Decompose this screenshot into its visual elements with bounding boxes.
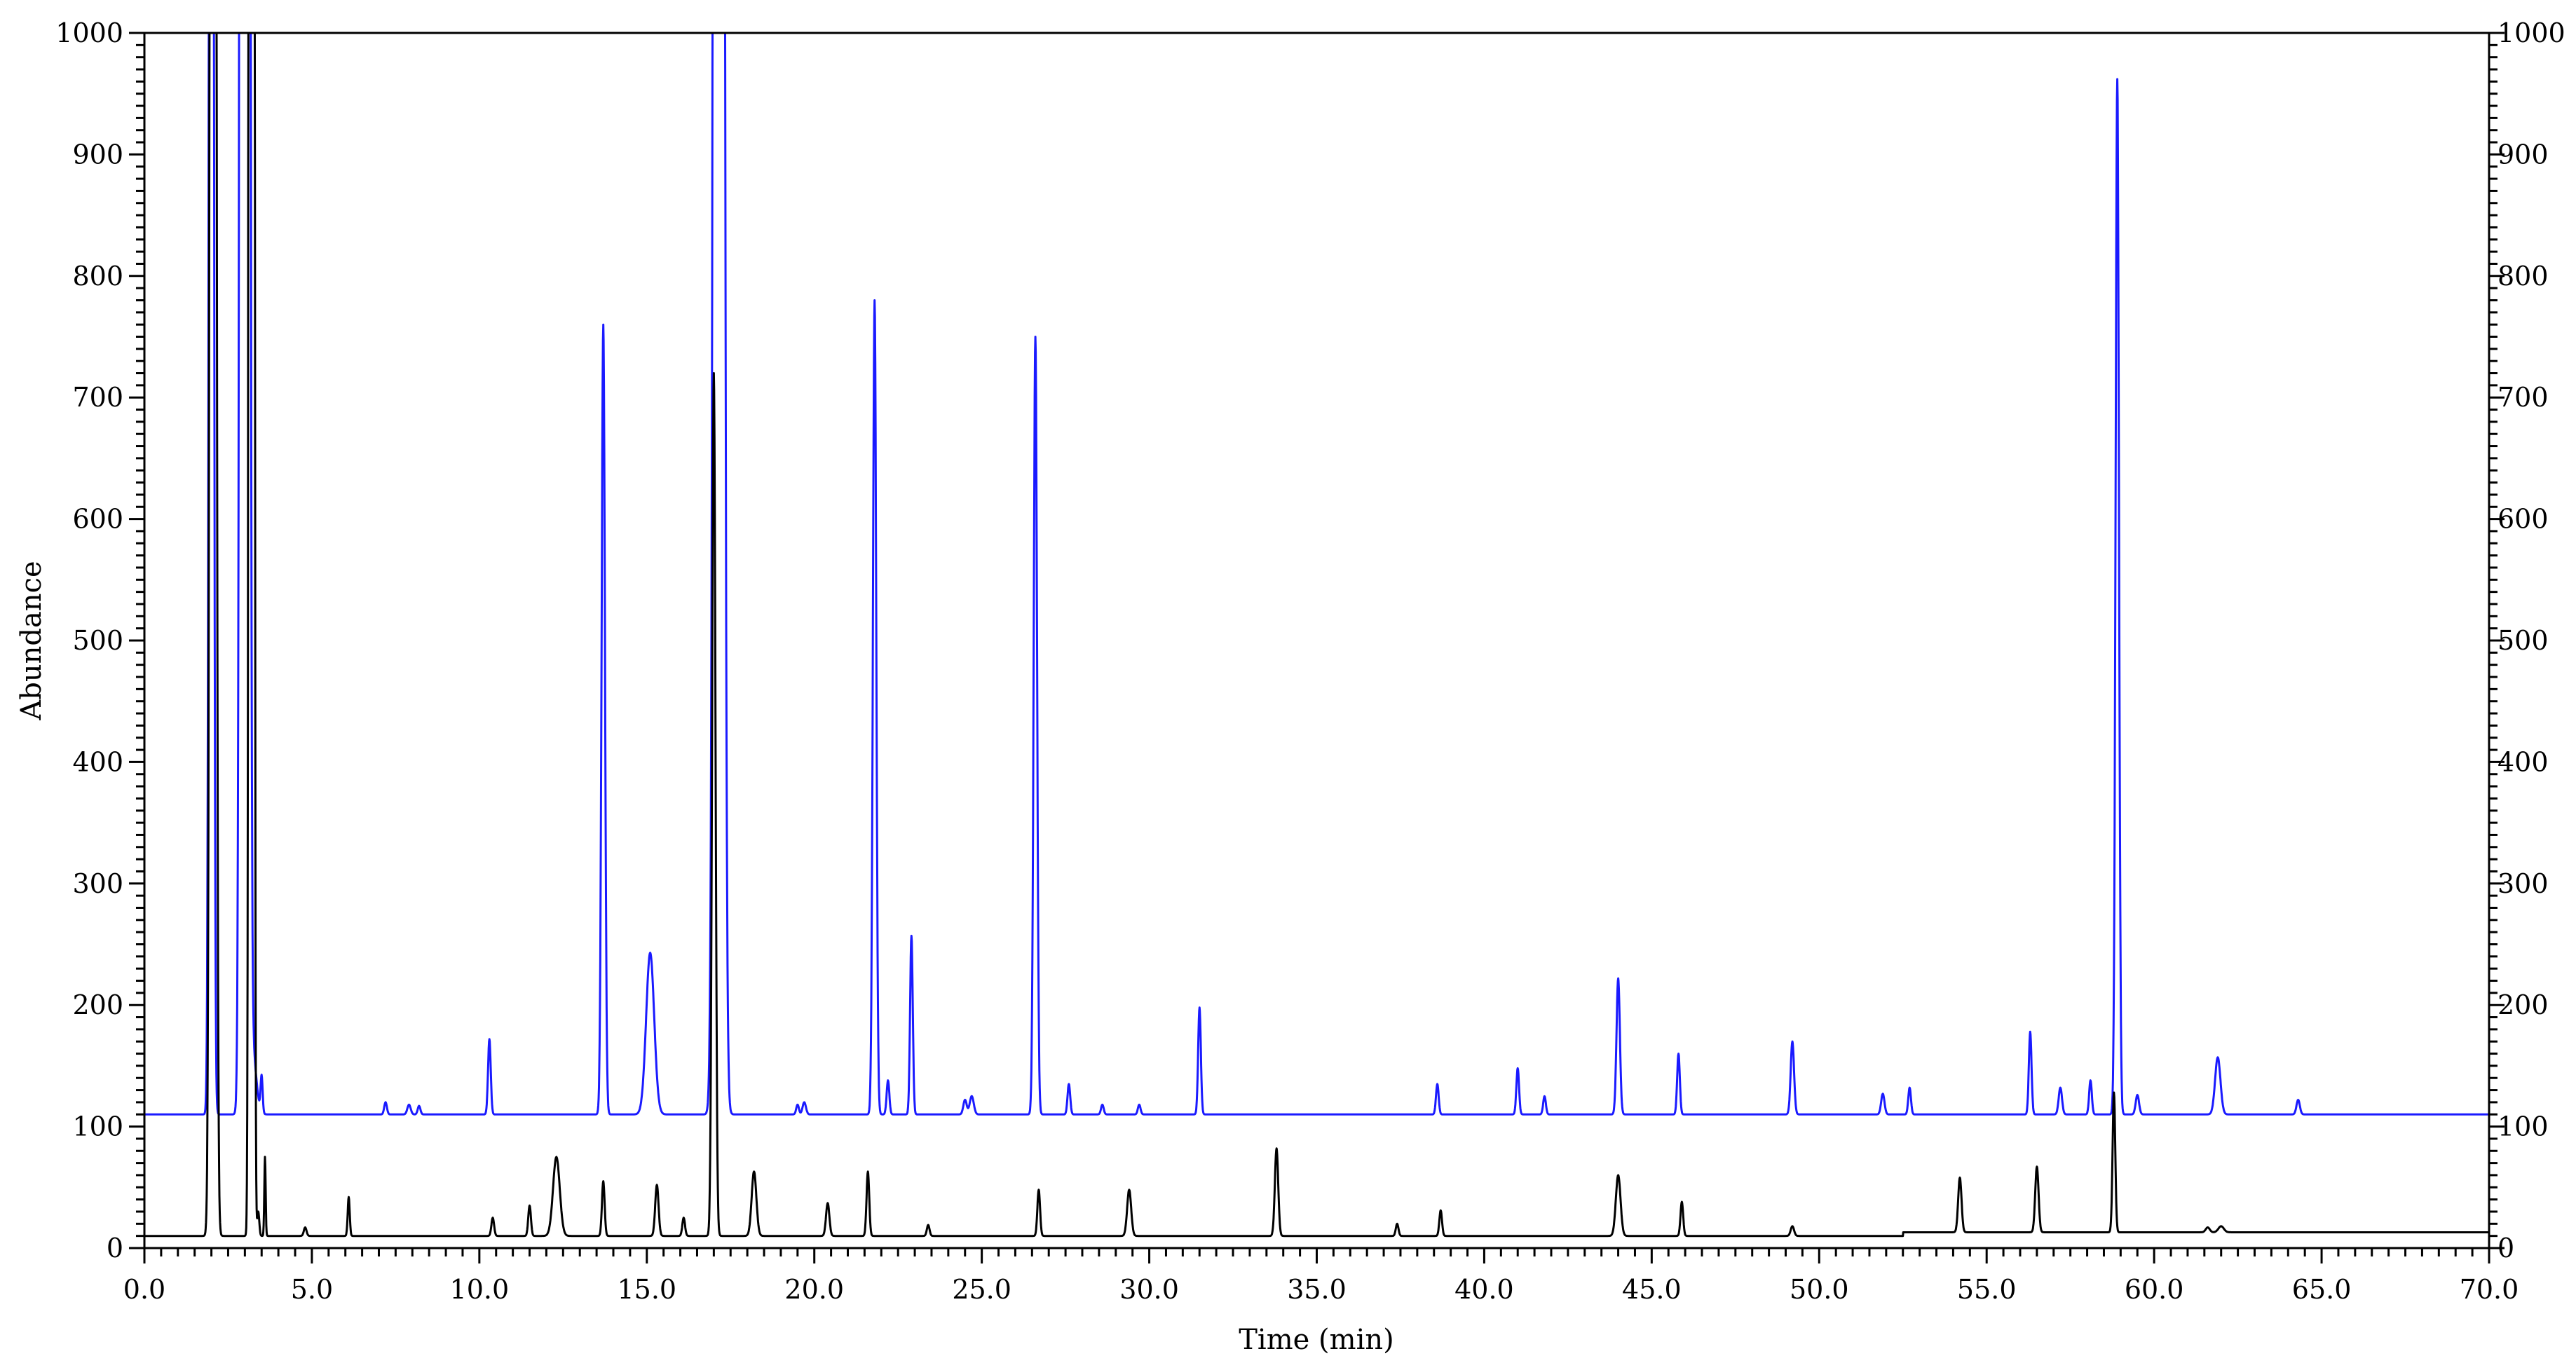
x-tick-label: 15.0 [617, 1274, 676, 1305]
series-layer [144, 33, 2489, 1238]
y-right-tick-label: 900 [2497, 139, 2549, 170]
x-tick-label: 55.0 [1957, 1274, 2017, 1305]
y-left-tick-label: 100 [72, 1111, 123, 1142]
chromatogram-chart: 0.0 5.0 10.0 15.0 20.0 25.0 30.0 35.0 40.0 45.0 50… [15, 18, 2565, 1356]
x-tick-label: 30.0 [1119, 1274, 1179, 1305]
x-tick-label: 50.0 [1790, 1274, 1849, 1305]
y-right-tick-label: 500 [2497, 625, 2549, 656]
y-right-tick-label: 100 [2497, 1111, 2549, 1142]
series-line-upper [144, 33, 2489, 1116]
plot-frame [143, 32, 2490, 1249]
x-axis-title: Time (min) [1239, 1324, 1393, 1356]
series-line-lower [144, 33, 2489, 1238]
y-right-tick-label: 0 [2497, 1233, 2514, 1263]
x-tick-label: 35.0 [1287, 1274, 1347, 1305]
axes-layer: 0.0 5.0 10.0 15.0 20.0 25.0 30.0 35.0 40.0 45.0 50… [55, 18, 2565, 1305]
y-left-tick-label: 0 [107, 1233, 123, 1263]
y-left-tick-label: 500 [72, 625, 123, 656]
x-tick-label: 25.0 [952, 1274, 1011, 1305]
y-right-tick-label: 400 [2497, 746, 2549, 777]
x-tick-label: 0.0 [123, 1274, 165, 1305]
y-left-tick-label: 200 [72, 989, 123, 1020]
y-right-tick-label: 800 [2497, 261, 2549, 292]
y-left-tick-label: 400 [72, 746, 123, 777]
x-tick-label: 70.0 [2460, 1274, 2519, 1305]
x-tick-label: 65.0 [2292, 1274, 2352, 1305]
y-left-tick-label: 900 [72, 139, 123, 170]
y-right-tick-label: 600 [2497, 504, 2549, 535]
y-left-tick-label: 700 [72, 382, 123, 413]
x-tick-label: 5.0 [291, 1274, 333, 1305]
y-left-tick-label: 800 [72, 261, 123, 292]
y-right-tick-label: 300 [2497, 868, 2549, 899]
y-axis-title: Abundance [15, 561, 48, 720]
y-left-tick-label: 300 [72, 868, 123, 899]
x-tick-label: 60.0 [2125, 1274, 2184, 1305]
y-left-tick-label: 1000 [55, 18, 123, 48]
x-tick-label: 10.0 [450, 1274, 510, 1305]
y-right-tick-label: 1000 [2497, 18, 2565, 48]
x-tick-label: 20.0 [784, 1274, 844, 1305]
y-right-tick-label: 700 [2497, 382, 2549, 413]
y-left-tick-label: 600 [72, 504, 123, 535]
x-tick-label: 40.0 [1454, 1274, 1514, 1305]
y-right-tick-label: 200 [2497, 989, 2549, 1020]
x-tick-label: 45.0 [1622, 1274, 1682, 1305]
